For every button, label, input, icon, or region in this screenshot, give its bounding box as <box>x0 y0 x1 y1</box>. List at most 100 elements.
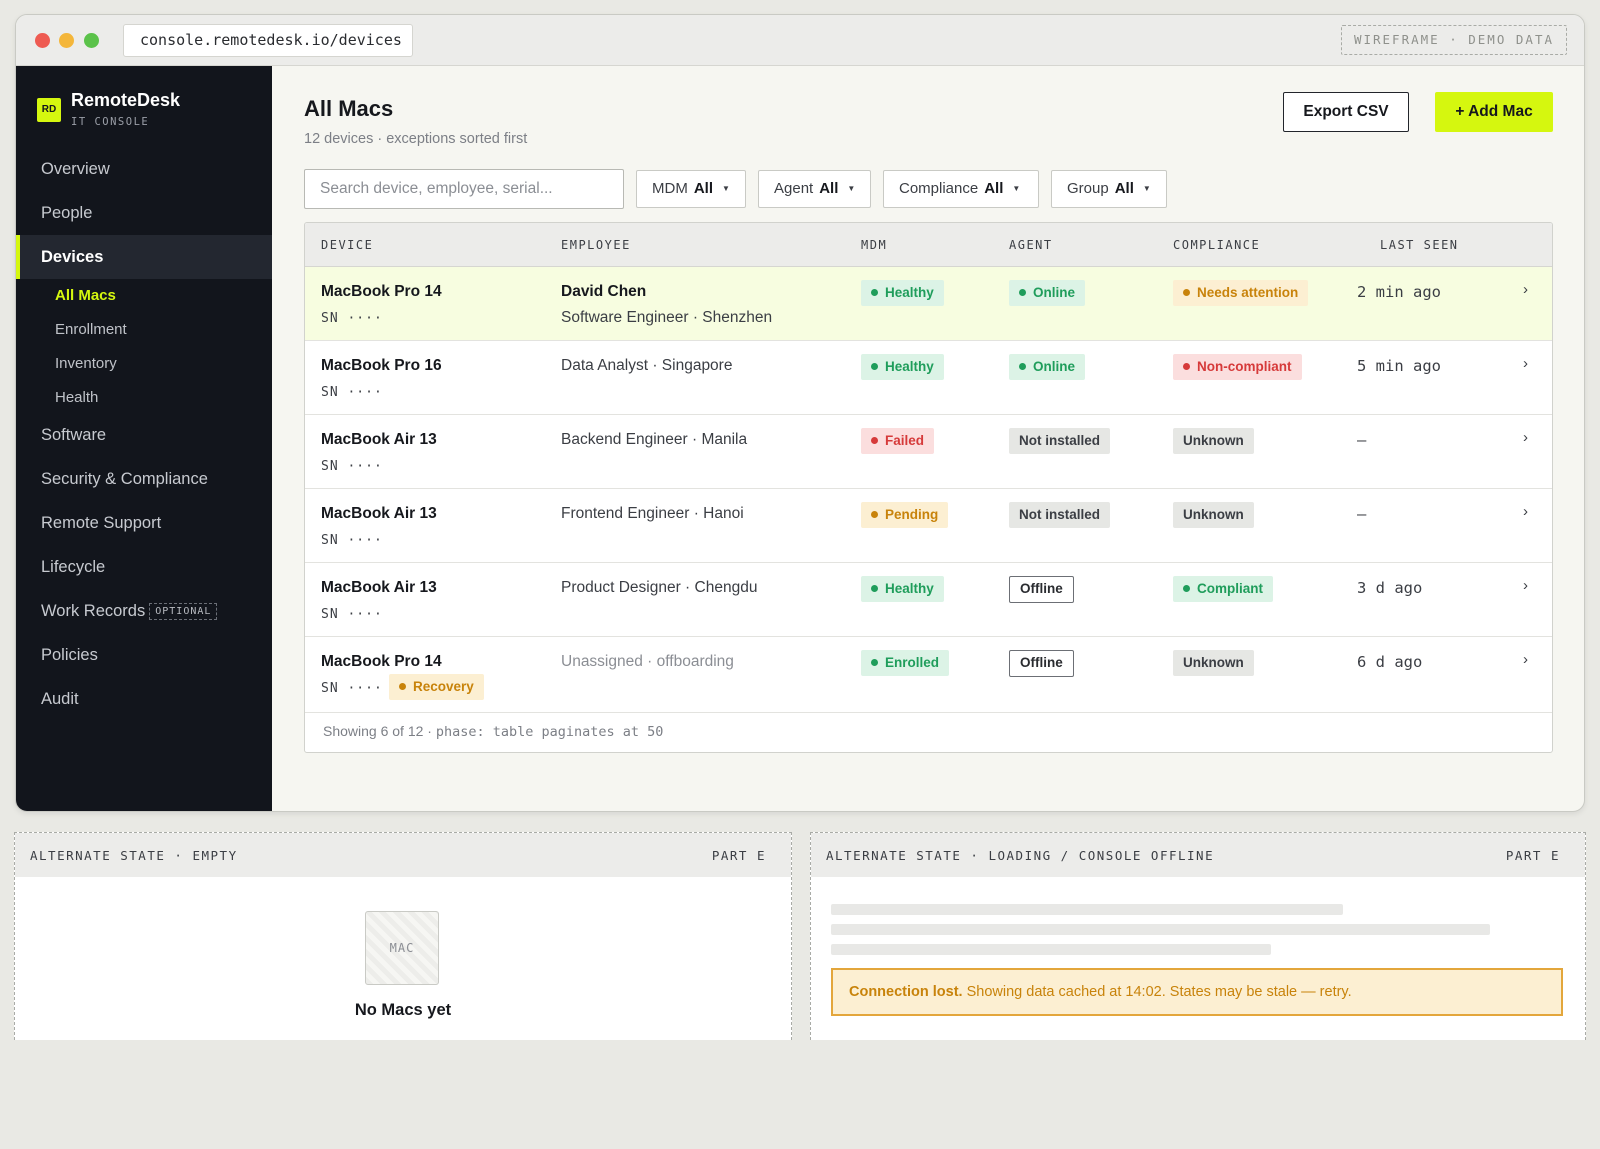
column-header-device[interactable]: DEVICE <box>321 238 373 252</box>
compliance-status-badge: Unknown <box>1173 650 1254 676</box>
chevron-right-icon[interactable]: › <box>1523 429 1528 446</box>
last-seen: – <box>1357 505 1367 523</box>
last-seen: – <box>1357 431 1367 449</box>
column-header-employee[interactable]: EMPLOYEE <box>561 238 631 252</box>
pagination-text: Showing 6 of 12 · <box>323 723 436 739</box>
chevron-right-icon[interactable]: › <box>1523 651 1528 668</box>
table-row[interactable]: MacBook Pro 16 SN ···· Data Analyst · Si… <box>305 341 1552 415</box>
sidebar-item-work-records[interactable]: Work Records OPTIONAL <box>16 589 272 633</box>
caret-down-icon: ▼ <box>722 184 730 193</box>
table-row[interactable]: MacBook Pro 14 SN ···· David Chen Softwa… <box>305 267 1552 341</box>
compliance-status-label: Non-compliant <box>1197 359 1292 374</box>
alternate-state-empty-panel: ALTERNATE STATE · EMPTY PART E MAC No Ma… <box>14 832 792 1040</box>
pagination-note: phase: table paginates at 50 <box>435 724 664 740</box>
sidebar-item-software[interactable]: Software <box>16 413 272 457</box>
status-dot-icon <box>871 437 878 444</box>
filter-compliance[interactable]: Compliance All ▼ <box>883 170 1039 208</box>
close-window-button[interactable] <box>35 33 50 48</box>
status-dot-icon <box>1019 289 1026 296</box>
alert-title: Connection lost. <box>849 984 963 1000</box>
filter-value: All <box>693 180 713 197</box>
table-row[interactable]: MacBook Air 13 SN ···· Backend Engineer … <box>305 415 1552 489</box>
maximize-window-button[interactable] <box>84 33 99 48</box>
sidebar-item-overview[interactable]: Overview <box>16 147 272 191</box>
chevron-right-icon[interactable]: › <box>1523 503 1528 520</box>
compliance-status-badge: Compliant <box>1173 576 1273 602</box>
agent-status-label: Online <box>1033 285 1076 300</box>
device-name: MacBook Air 13 <box>321 505 437 522</box>
sidebar: RD RemoteDesk IT CONSOLE Overview People… <box>16 66 272 811</box>
chevron-right-icon[interactable]: › <box>1523 577 1528 594</box>
panel-part: PART E <box>1505 848 1560 863</box>
mdm-status-label: Healthy <box>885 581 934 596</box>
chevron-right-icon[interactable]: › <box>1523 355 1528 372</box>
column-header-compliance[interactable]: COMPLIANCE <box>1173 238 1260 252</box>
mdm-status-label: Healthy <box>885 359 934 374</box>
connection-lost-alert[interactable]: Connection lost. Showing data cached at … <box>831 968 1563 1016</box>
device-serial: SN ···· <box>321 311 383 326</box>
table-row[interactable]: MacBook Air 13 SN ···· Frontend Engineer… <box>305 489 1552 563</box>
sidebar-item-security-compliance[interactable]: Security & Compliance <box>16 457 272 501</box>
devices-table: DEVICE EMPLOYEE MDM AGENT COMPLIANCE LAS… <box>304 222 1553 753</box>
table-header: DEVICE EMPLOYEE MDM AGENT COMPLIANCE LAS… <box>305 223 1552 267</box>
table-row[interactable]: MacBook Air 13 SN ···· Product Designer … <box>305 563 1552 637</box>
search-input[interactable]: Search device, employee, serial... <box>304 169 624 209</box>
sidebar-item-remote-support[interactable]: Remote Support <box>16 501 272 545</box>
mac-placeholder-icon: MAC <box>365 911 439 985</box>
mdm-status-badge: Healthy <box>861 280 944 306</box>
status-dot-icon <box>1183 585 1190 592</box>
main-content: All Macs 12 devices · exceptions sorted … <box>272 66 1584 811</box>
filter-agent[interactable]: Agent All ▼ <box>758 170 871 208</box>
filter-group[interactable]: Group All ▼ <box>1051 170 1167 208</box>
agent-status-badge: Offline <box>1009 650 1074 677</box>
minimize-window-button[interactable] <box>59 33 74 48</box>
panel-part: PART E <box>711 848 766 863</box>
caret-down-icon: ▼ <box>1142 184 1151 193</box>
sidebar-subitem-enrollment[interactable]: Enrollment <box>55 321 127 338</box>
column-header-agent[interactable]: AGENT <box>1009 238 1053 252</box>
compliance-status-badge: Unknown <box>1173 428 1254 454</box>
agent-status-label: Online <box>1033 359 1076 374</box>
sidebar-item-lifecycle[interactable]: Lifecycle <box>16 545 272 589</box>
last-seen: 5 min ago <box>1357 357 1441 375</box>
status-dot-icon <box>871 363 878 370</box>
employee-role: Frontend Engineer · Hanoi <box>561 505 744 522</box>
compliance-status-badge: Needs attention <box>1173 280 1309 306</box>
status-dot-icon <box>399 683 406 690</box>
sidebar-item-audit[interactable]: Audit <box>16 677 272 721</box>
last-seen: 6 d ago <box>1357 653 1423 671</box>
agent-status-badge: Online <box>1009 354 1086 380</box>
filter-value: All <box>984 180 1004 197</box>
table-row[interactable]: MacBook Pro 14 SN ···· Recovery Unassign… <box>305 637 1552 713</box>
status-dot-icon <box>871 289 878 296</box>
chevron-right-icon[interactable]: › <box>1523 281 1528 298</box>
add-mac-button[interactable]: + Add Mac <box>1435 92 1553 132</box>
status-dot-icon <box>1019 363 1026 370</box>
mdm-status-badge: Pending <box>861 502 949 528</box>
agent-status-badge: Offline <box>1009 576 1074 603</box>
filter-mdm[interactable]: MDM All ▼ <box>636 170 746 208</box>
alert-message: Showing data cached at 14:02. States may… <box>962 984 1352 1000</box>
optional-badge: OPTIONAL <box>149 603 218 620</box>
caret-down-icon: ▼ <box>847 184 856 193</box>
sidebar-item-policies[interactable]: Policies <box>16 633 272 677</box>
device-serial: SN ···· <box>321 607 383 622</box>
mdm-status-label: Failed <box>885 433 925 448</box>
export-csv-button[interactable]: Export CSV <box>1283 92 1409 132</box>
sidebar-item-people[interactable]: People <box>16 191 272 235</box>
column-header-last-seen[interactable]: LAST SEEN <box>1380 238 1459 252</box>
filter-label: Agent <box>774 180 814 197</box>
sidebar-subitem-inventory[interactable]: Inventory <box>55 355 117 372</box>
sidebar-item-label: Work Records <box>41 602 146 620</box>
sidebar-item-devices[interactable]: Devices <box>16 235 272 279</box>
agent-status-badge: Not installed <box>1009 502 1111 528</box>
url-bar[interactable]: console.remotedesk.io/devices <box>123 24 413 57</box>
column-header-mdm[interactable]: MDM <box>861 238 887 252</box>
sidebar-subitem-health[interactable]: Health <box>55 389 98 406</box>
filter-label: MDM <box>652 180 688 197</box>
device-name: MacBook Pro 14 <box>321 283 442 300</box>
status-dot-icon <box>871 585 878 592</box>
status-dot-icon <box>1183 289 1190 296</box>
sidebar-subitem-all-macs[interactable]: All Macs <box>55 287 116 304</box>
mdm-status-badge: Healthy <box>861 354 944 380</box>
